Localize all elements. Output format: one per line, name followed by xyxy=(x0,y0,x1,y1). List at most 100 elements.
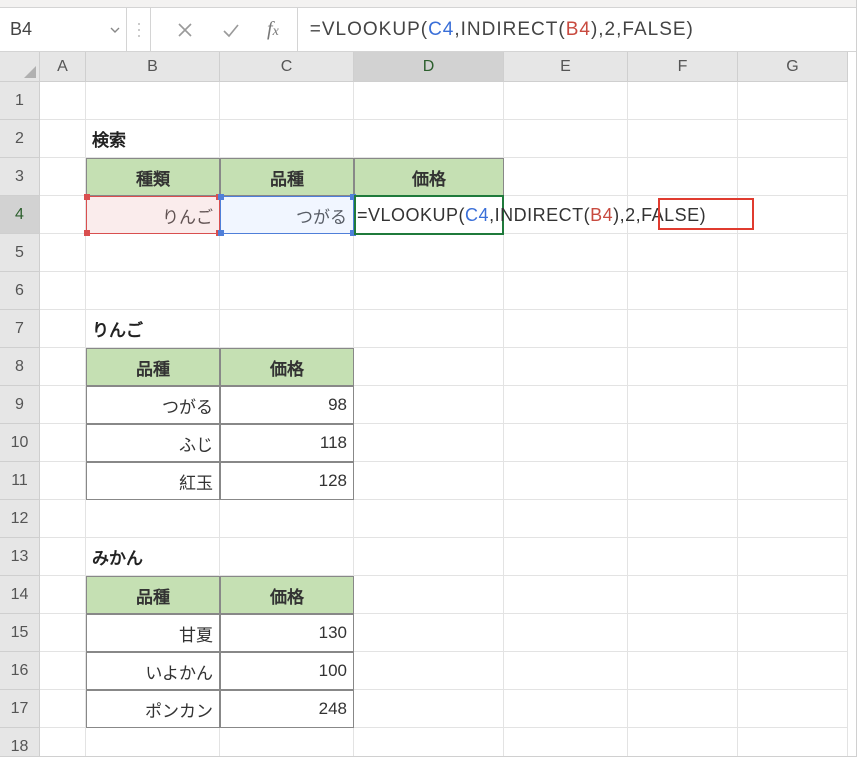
cell-c4[interactable]: つがる xyxy=(220,196,354,234)
cell[interactable] xyxy=(738,652,848,690)
cell[interactable]: 118 xyxy=(220,424,354,462)
cell[interactable]: 130 xyxy=(220,614,354,652)
cell[interactable] xyxy=(354,234,504,272)
row-header[interactable]: 8 xyxy=(0,348,40,386)
cell[interactable] xyxy=(504,120,628,158)
cell[interactable] xyxy=(354,538,504,576)
row-header[interactable]: 9 xyxy=(0,386,40,424)
cell[interactable] xyxy=(220,272,354,310)
cell[interactable] xyxy=(40,348,86,386)
cell[interactable]: 248 xyxy=(220,690,354,728)
cell[interactable] xyxy=(628,310,738,348)
cell[interactable] xyxy=(354,614,504,652)
cell[interactable]: りんご xyxy=(86,310,220,348)
formula-input[interactable]: =VLOOKUP(C4,INDIRECT(B4),2,FALSE) xyxy=(298,8,856,51)
cell[interactable]: ポンカン xyxy=(86,690,220,728)
cell[interactable] xyxy=(354,576,504,614)
cell[interactable] xyxy=(354,500,504,538)
row-header[interactable]: 10 xyxy=(0,424,40,462)
col-header[interactable]: A xyxy=(40,52,86,82)
cell[interactable]: 98 xyxy=(220,386,354,424)
cell[interactable] xyxy=(40,158,86,196)
cell[interactable] xyxy=(504,424,628,462)
row-header[interactable]: 17 xyxy=(0,690,40,728)
cell[interactable] xyxy=(738,614,848,652)
cell[interactable] xyxy=(738,690,848,728)
cell[interactable] xyxy=(628,538,738,576)
cell[interactable] xyxy=(354,424,504,462)
cell[interactable] xyxy=(40,424,86,462)
cell[interactable] xyxy=(738,158,848,196)
cell[interactable] xyxy=(40,462,86,500)
cell[interactable] xyxy=(86,500,220,538)
cell-b4[interactable]: りんご xyxy=(86,196,220,234)
col-header[interactable]: E xyxy=(504,52,628,82)
cell[interactable] xyxy=(504,234,628,272)
cell[interactable] xyxy=(628,500,738,538)
cell[interactable] xyxy=(354,462,504,500)
cell[interactable] xyxy=(354,652,504,690)
cell[interactable] xyxy=(354,272,504,310)
col-header[interactable]: G xyxy=(738,52,848,82)
name-box-dropdown[interactable] xyxy=(104,8,126,51)
cell[interactable] xyxy=(628,424,738,462)
row-header[interactable]: 3 xyxy=(0,158,40,196)
row-header[interactable]: 4 xyxy=(0,196,40,234)
cell[interactable] xyxy=(40,310,86,348)
cell[interactable] xyxy=(354,386,504,424)
cell[interactable] xyxy=(354,82,504,120)
cell[interactable]: 種類 xyxy=(86,158,220,196)
cell[interactable] xyxy=(40,196,86,234)
cell[interactable] xyxy=(504,652,628,690)
row-header[interactable]: 18 xyxy=(0,728,40,756)
row-header[interactable]: 11 xyxy=(0,462,40,500)
cell[interactable]: 100 xyxy=(220,652,354,690)
cell[interactable] xyxy=(628,386,738,424)
cell[interactable] xyxy=(504,576,628,614)
cell[interactable] xyxy=(738,120,848,158)
col-header[interactable]: B xyxy=(86,52,220,82)
cell[interactable] xyxy=(504,728,628,756)
cell[interactable] xyxy=(504,462,628,500)
cell[interactable]: つがる xyxy=(86,386,220,424)
cell[interactable] xyxy=(504,82,628,120)
row-header[interactable]: 14 xyxy=(0,576,40,614)
cell[interactable] xyxy=(628,614,738,652)
select-all-corner[interactable] xyxy=(0,52,40,82)
cell[interactable] xyxy=(40,690,86,728)
cell[interactable] xyxy=(628,348,738,386)
enter-button[interactable] xyxy=(221,20,241,40)
cell[interactable] xyxy=(504,386,628,424)
cancel-button[interactable] xyxy=(175,20,195,40)
cell[interactable] xyxy=(738,310,848,348)
cell[interactable] xyxy=(628,728,738,756)
row-header[interactable]: 12 xyxy=(0,500,40,538)
cell[interactable] xyxy=(504,500,628,538)
cell[interactable] xyxy=(220,82,354,120)
cell[interactable]: いよかん xyxy=(86,652,220,690)
cell[interactable] xyxy=(354,348,504,386)
cell[interactable] xyxy=(86,234,220,272)
cell[interactable]: 価格 xyxy=(354,158,504,196)
cell[interactable] xyxy=(738,348,848,386)
cell[interactable] xyxy=(628,576,738,614)
grid[interactable]: A B C D E F G 1 2 xyxy=(0,52,856,756)
insert-function-button[interactable]: fx xyxy=(267,18,279,41)
cell[interactable] xyxy=(40,386,86,424)
name-box[interactable] xyxy=(0,8,104,51)
cell-d4-active[interactable]: =VLOOKUP(C4,INDIRECT(B4),2,FALSE) xyxy=(354,196,504,234)
cell[interactable] xyxy=(504,272,628,310)
cell[interactable]: 検索 xyxy=(86,120,220,158)
cell[interactable]: 価格 xyxy=(220,348,354,386)
cell[interactable] xyxy=(628,690,738,728)
cell[interactable] xyxy=(738,538,848,576)
cell[interactable] xyxy=(504,348,628,386)
cell[interactable] xyxy=(504,158,628,196)
cell[interactable] xyxy=(738,196,848,234)
row-header[interactable]: 15 xyxy=(0,614,40,652)
cell[interactable]: ふじ xyxy=(86,424,220,462)
cell[interactable] xyxy=(86,728,220,756)
cell[interactable] xyxy=(738,424,848,462)
cell[interactable] xyxy=(504,614,628,652)
cell[interactable] xyxy=(86,272,220,310)
